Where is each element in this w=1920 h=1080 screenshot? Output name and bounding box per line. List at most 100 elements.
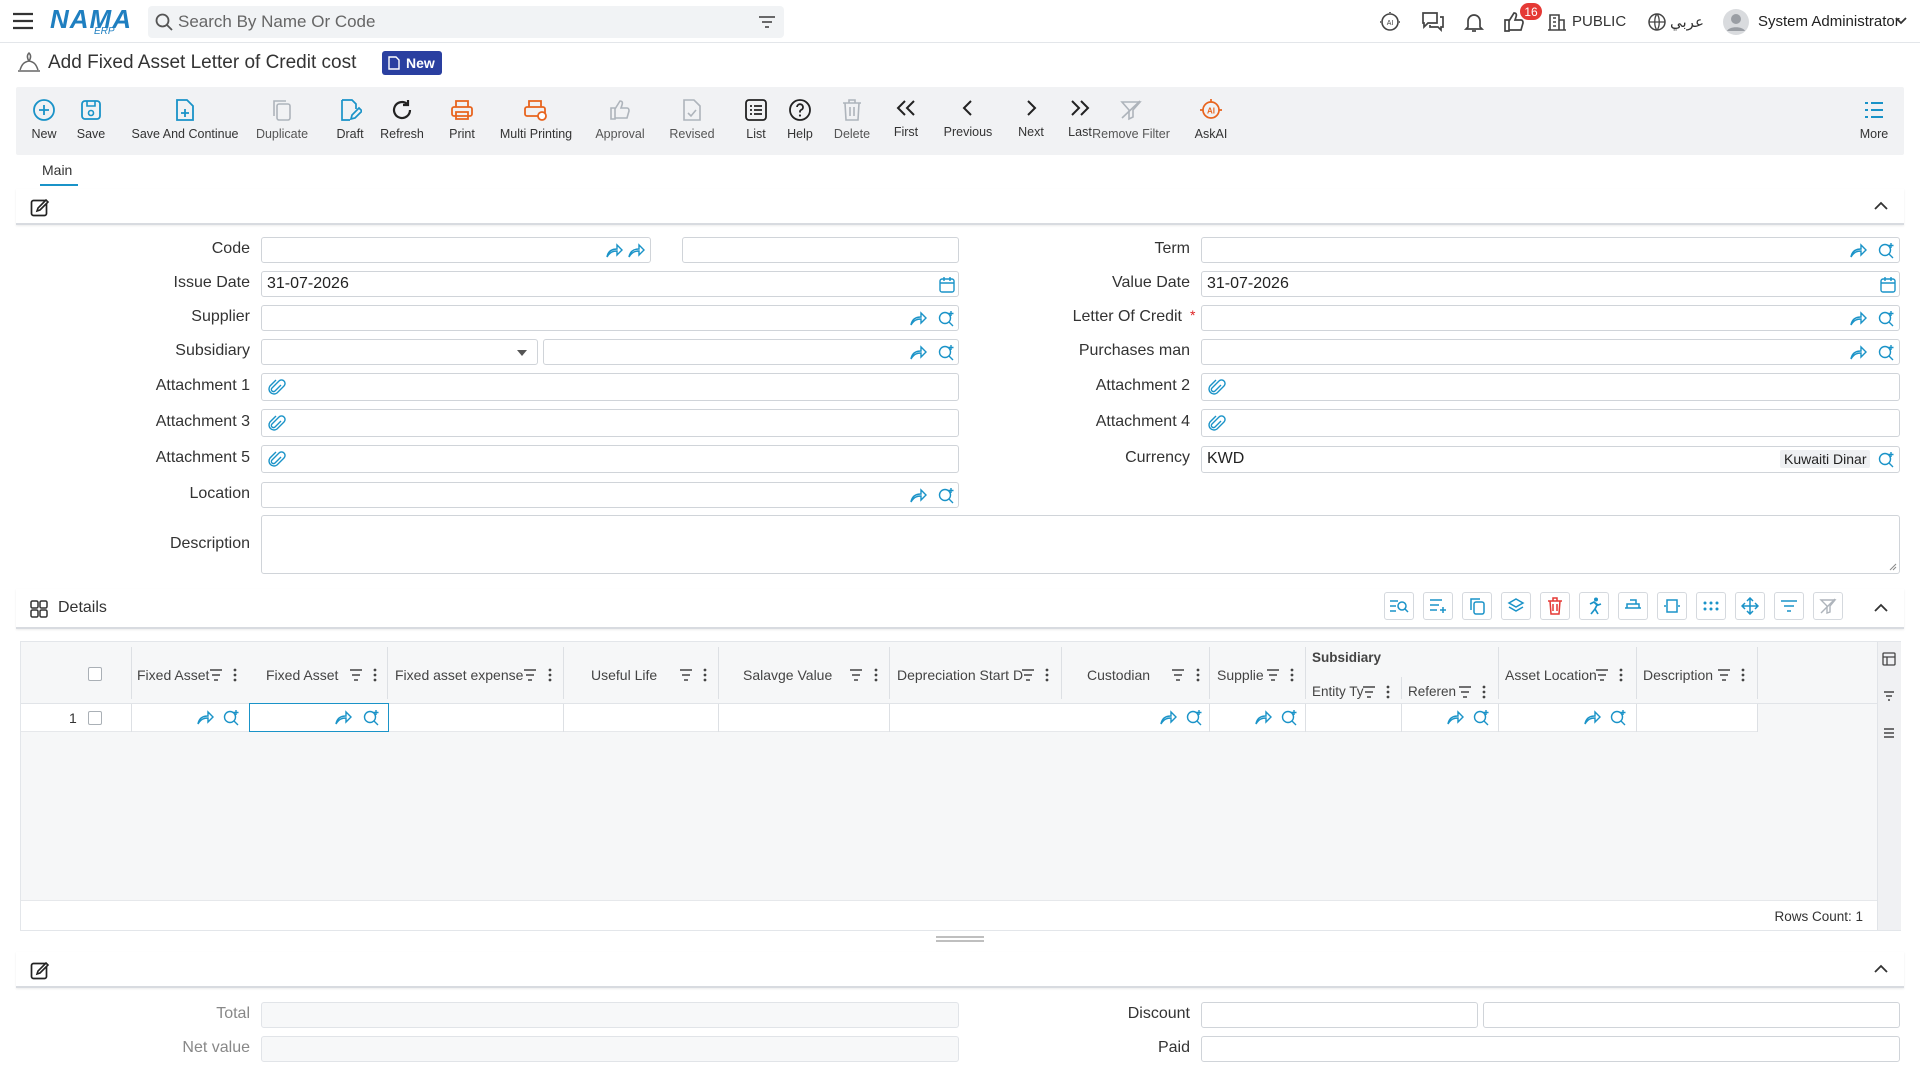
collapse-chevron-up-icon[interactable] (1874, 201, 1888, 211)
column-filter-icon[interactable] (209, 669, 223, 681)
attachment-5-field[interactable] (261, 445, 959, 473)
grid-dots-button[interactable] (1696, 592, 1726, 620)
share-icon[interactable] (1849, 344, 1867, 362)
share-icon[interactable] (909, 310, 927, 328)
attachment-4-field[interactable] (1201, 409, 1900, 437)
paperclip-icon[interactable] (268, 415, 286, 433)
col-reference[interactable]: Referen (1408, 684, 1456, 699)
search-filter-icon[interactable] (758, 15, 776, 29)
chat-icon[interactable] (1420, 10, 1446, 34)
attachment-1-field[interactable] (261, 373, 959, 401)
paperclip-icon[interactable] (1208, 379, 1226, 397)
language-switch[interactable]: عربي (1670, 13, 1704, 31)
share-icon[interactable] (1254, 709, 1272, 727)
col-asset-location[interactable]: Asset Location (1505, 667, 1597, 683)
attachment-2-field[interactable] (1201, 373, 1900, 401)
column-menu-icon[interactable] (233, 667, 237, 683)
link-arrow-icon[interactable] (605, 242, 623, 260)
paperclip-icon[interactable] (268, 451, 286, 469)
remove-filter-button[interactable]: Remove Filter (1089, 87, 1173, 155)
chevron-down-icon[interactable] (1895, 16, 1907, 26)
letter-of-credit-field[interactable] (1201, 305, 1900, 331)
column-filter-icon[interactable] (1266, 669, 1280, 681)
code-field[interactable] (261, 237, 651, 263)
side-menu-icon[interactable] (1883, 727, 1895, 739)
search-plus-icon[interactable] (1877, 242, 1895, 260)
share-icon[interactable] (1446, 709, 1464, 727)
column-filter-icon[interactable] (849, 669, 863, 681)
location-field[interactable] (261, 482, 959, 508)
edit-icon[interactable] (30, 961, 50, 981)
column-filter-icon[interactable] (1021, 669, 1035, 681)
edit-icon[interactable] (30, 198, 50, 218)
avatar[interactable] (1722, 8, 1750, 36)
column-menu-icon[interactable] (1741, 667, 1745, 683)
search-plus-icon[interactable] (1472, 709, 1490, 727)
duplicate-button[interactable]: Duplicate (252, 87, 312, 155)
search-plus-icon[interactable] (1877, 451, 1895, 469)
share-icon[interactable] (627, 242, 645, 260)
collapse-chevron-up-icon[interactable] (1874, 603, 1888, 613)
refresh-button[interactable]: Refresh (377, 87, 427, 155)
share-icon[interactable] (909, 487, 927, 505)
select-all-checkbox[interactable] (88, 667, 102, 681)
fit-columns-button[interactable] (1657, 592, 1687, 620)
print-button[interactable]: Print (442, 87, 482, 155)
calendar-icon[interactable] (1879, 276, 1897, 294)
col-salvage-value[interactable]: Salavge Value (743, 667, 832, 683)
paperclip-icon[interactable] (1208, 415, 1226, 433)
column-menu-icon[interactable] (1619, 667, 1623, 683)
grid-filter-button[interactable] (1774, 592, 1804, 620)
search-plus-icon[interactable] (1877, 310, 1895, 328)
search-input[interactable] (178, 11, 738, 33)
search-plus-icon[interactable] (937, 487, 955, 505)
search-plus-icon[interactable] (362, 709, 380, 727)
discount-amount-field[interactable] (1483, 1002, 1900, 1028)
save-button[interactable]: Save (71, 87, 111, 155)
previous-button[interactable]: Previous (938, 87, 998, 155)
search-plus-icon[interactable] (937, 344, 955, 362)
subsidiary-type-select[interactable] (261, 339, 538, 365)
ai-assistant-icon[interactable]: AI (1378, 10, 1402, 34)
delete-row-button[interactable] (1540, 592, 1570, 620)
delete-button[interactable]: Delete (827, 87, 877, 155)
column-filter-icon[interactable] (1171, 669, 1185, 681)
col-entity-type[interactable]: Entity Ty (1312, 684, 1364, 699)
col-fixed-asset-category[interactable]: Fixed Asset (137, 667, 209, 683)
table-settings-button[interactable] (1618, 592, 1648, 620)
column-menu-icon[interactable] (373, 667, 377, 683)
search-plus-icon[interactable] (1185, 709, 1203, 727)
askai-button[interactable]: AI AskAI (1189, 87, 1233, 155)
column-menu-icon[interactable] (1045, 667, 1049, 683)
fixed-asset-cell-editor[interactable] (249, 703, 389, 732)
side-filter-icon[interactable] (1883, 690, 1895, 702)
approval-button[interactable]: Approval (590, 87, 650, 155)
value-date-field[interactable]: 31-07-2026 (1201, 271, 1900, 297)
col-description[interactable]: Description (1643, 667, 1713, 683)
revised-button[interactable]: Revised (662, 87, 722, 155)
issue-date-field[interactable]: 31-07-2026 (261, 271, 959, 297)
calendar-icon[interactable] (938, 276, 956, 294)
column-menu-icon[interactable] (548, 667, 552, 683)
subsidiary-field[interactable] (543, 339, 959, 365)
column-menu-icon[interactable] (1386, 684, 1390, 700)
col-fixed-asset-expense[interactable]: Fixed asset expense (395, 667, 523, 683)
tab-main[interactable]: Main (42, 162, 72, 178)
draft-button[interactable]: Draft (330, 87, 370, 155)
next-button[interactable]: Next (1011, 87, 1051, 155)
row-checkbox[interactable] (88, 711, 102, 725)
move-button[interactable] (1735, 592, 1765, 620)
column-filter-icon[interactable] (1362, 686, 1376, 698)
branch-label[interactable]: PUBLIC (1572, 13, 1626, 30)
grid-remove-filter-button[interactable] (1813, 592, 1843, 620)
column-filter-icon[interactable] (1595, 669, 1609, 681)
more-button[interactable]: More (1854, 87, 1894, 155)
search-plus-icon[interactable] (1609, 709, 1627, 727)
column-filter-icon[interactable] (1458, 686, 1472, 698)
search-plus-icon[interactable] (1877, 344, 1895, 362)
code-name-field[interactable] (682, 237, 959, 263)
share-icon[interactable] (334, 709, 352, 727)
description-textarea[interactable] (261, 515, 1900, 574)
nama-logo[interactable]: NAMA ERP (50, 4, 132, 38)
column-filter-icon[interactable] (523, 669, 537, 681)
